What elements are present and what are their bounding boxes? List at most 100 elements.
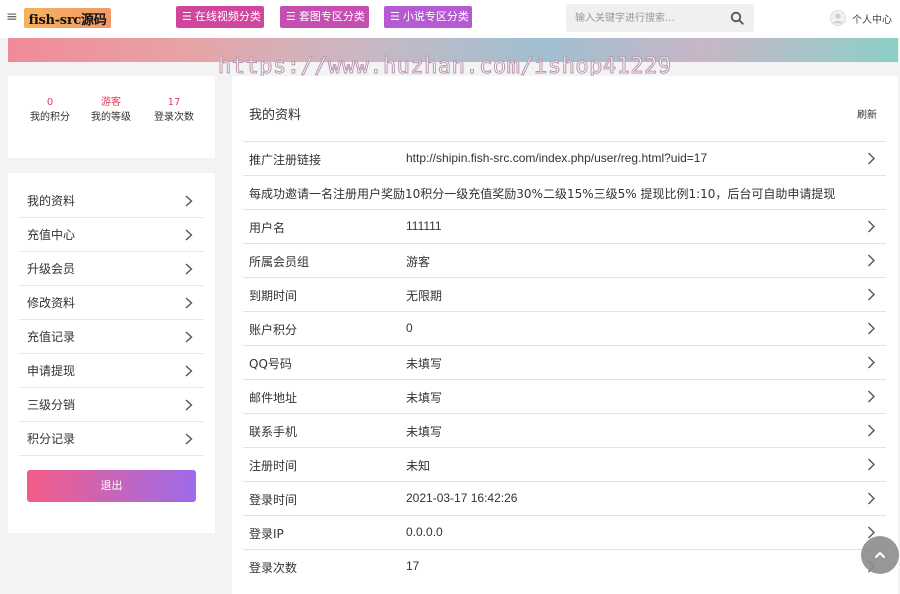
nav-label: 小说专区分类 [402,10,469,23]
field-value: 2021-03-17 16:42:26 [406,491,518,505]
page-title: 我的资料 [249,108,302,123]
nav-video-category[interactable]: ☰ 在线视频分类 [176,6,264,28]
profile-row-login-count[interactable]: 登录次数 17 [243,549,886,583]
chevron-right-icon [868,288,875,301]
chevron-right-icon [185,228,193,241]
sidebar-item-points-history[interactable]: 积分记录 [19,422,204,456]
sidebar-item-label: 充值中心 [27,228,76,242]
field-value: 0 [406,321,413,335]
field-value: 无限期 [406,289,443,303]
chevron-right-icon [868,458,875,471]
field-label: QQ号码 [249,357,292,371]
refresh-button[interactable]: 刷新 [857,106,877,121]
sidebar-item-edit-profile[interactable]: 修改资料 [19,286,204,320]
sidebar-item-upgrade[interactable]: 升级会员 [19,252,204,286]
field-label: 推广注册链接 [249,153,322,167]
field-value: 未填写 [406,357,443,371]
chevron-right-icon [868,390,875,403]
profile-row-register-time[interactable]: 注册时间 未知 [243,447,886,481]
sidebar-item-label: 积分记录 [27,432,76,446]
chevron-right-icon [185,398,193,411]
logout-button[interactable]: 退出 [27,470,196,502]
chevron-right-icon [185,432,193,445]
chevron-right-icon [868,254,875,267]
field-label: 到期时间 [249,289,298,303]
scroll-to-top-button[interactable] [861,536,899,574]
sidebar-item-withdraw[interactable]: 申请提现 [19,354,204,388]
field-value: 未知 [406,459,431,473]
chevron-right-icon [868,424,875,437]
top-header: ≡ fish-src源码 ☰在线视频分类 ☰套图专区分类 ☰小说专区分类 个人中… [0,0,900,38]
list-icon: ☰ [182,10,192,23]
field-label: 用户名 [249,221,286,235]
referral-note-row: 每成功邀请一名注册用户奖励10积分一级充值奖励30%二级15%三级5% 提现比例… [243,175,886,209]
profile-row-login-time[interactable]: 登录时间 2021-03-17 16:42:26 [243,481,886,515]
site-logo[interactable]: fish-src源码 [24,8,111,28]
hamburger-icon[interactable]: ≡ [6,9,18,25]
user-stats-card: 0 我的积分 游客 我的等级 17 登录次数 [8,76,215,158]
stat-points: 0 我的积分 [20,96,80,125]
chevron-right-icon [868,220,875,233]
chevron-right-icon [185,194,193,207]
stat-value: 游客 [101,97,121,108]
user-center-label: 个人中心 [852,14,892,26]
field-value: 0.0.0.0 [406,525,443,539]
field-value: 111111 [406,219,442,233]
chevron-right-icon [185,330,193,343]
stat-login-count: 17 登录次数 [144,96,204,125]
stat-label: 我的积分 [30,112,70,123]
chevron-right-icon [868,356,875,369]
profile-row-points[interactable]: 账户积分 0 [243,311,886,345]
field-label: 注册时间 [249,459,298,473]
sidebar-item-profile[interactable]: 我的资料 [19,184,204,218]
nav-label: 在线视频分类 [194,10,261,23]
stat-value: 0 [46,97,54,108]
chevron-right-icon [868,492,875,505]
field-label: 登录时间 [249,493,298,507]
field-label: 联系手机 [249,425,298,439]
field-value: 游客 [406,255,431,269]
profile-row-phone[interactable]: 联系手机 未填写 [243,413,886,447]
sidebar-item-recharge-history[interactable]: 充值记录 [19,320,204,354]
promo-link-row[interactable]: 推广注册链接 http://shipin.fish-src.com/index.… [243,141,886,175]
profile-row-member-group[interactable]: 所属会员组 游客 [243,243,886,277]
sidebar-item-distribution[interactable]: 三级分销 [19,388,204,422]
profile-row-email[interactable]: 邮件地址 未填写 [243,379,886,413]
field-value: 未填写 [406,391,443,405]
search-icon[interactable] [730,11,744,25]
nav-novel-category[interactable]: ☰ 小说专区分类 [384,6,472,28]
nav-gallery-category[interactable]: ☰ 套图专区分类 [280,6,369,28]
sidebar-item-label: 充值记录 [27,330,76,344]
promo-link-value: http://shipin.fish-src.com/index.php/use… [406,151,708,165]
stat-label: 我的等级 [91,112,131,123]
field-value: 未填写 [406,425,443,439]
user-avatar-icon [830,10,846,26]
field-value: 17 [406,559,420,573]
profile-row-login-ip[interactable]: 登录IP 0.0.0.0 [243,515,886,549]
stat-level: 游客 我的等级 [81,96,141,125]
stat-label: 登录次数 [154,112,194,123]
sidebar-item-label: 申请提现 [27,364,76,378]
field-label: 账户积分 [249,323,298,337]
user-center-link[interactable]: 个人中心 [830,7,892,29]
sidebar-item-label: 升级会员 [27,262,76,276]
chevron-right-icon [868,322,875,335]
field-label: 登录次数 [249,561,298,575]
referral-note: 每成功邀请一名注册用户奖励10积分一级充值奖励30%二级15%三级5% 提现比例… [249,187,836,201]
sidebar-item-label: 修改资料 [27,296,76,310]
arrow-up-icon [875,552,885,558]
chevron-right-icon [185,262,193,275]
profile-row-username[interactable]: 用户名 111111 [243,209,886,243]
profile-row-expiry[interactable]: 到期时间 无限期 [243,277,886,311]
sidebar-menu: 我的资料 充值中心 升级会员 修改资料 充值记录 申请提现 三级分销 积分记录 … [8,173,215,533]
field-label: 登录IP [249,527,284,541]
profile-row-qq[interactable]: QQ号码 未填写 [243,345,886,379]
field-label: 所属会员组 [249,255,310,269]
chevron-right-icon [185,364,193,377]
sidebar-item-recharge[interactable]: 充值中心 [19,218,204,252]
search-input[interactable] [566,4,722,32]
nav-label: 套图专区分类 [298,10,365,23]
sidebar-item-label: 我的资料 [27,194,76,208]
sidebar-item-label: 三级分销 [27,398,76,412]
search-box [566,4,754,32]
